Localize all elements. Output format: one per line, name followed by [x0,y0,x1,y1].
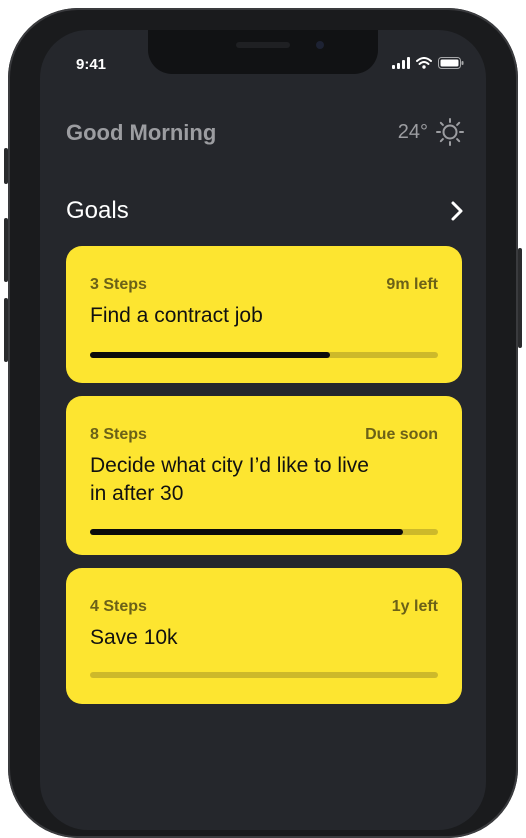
goal-card[interactable]: 8 Steps Due soon Decide what city I’d li… [66,396,462,555]
goal-progress-track [90,529,438,535]
goal-title: Save 10k [90,626,178,649]
earpiece-speaker [236,42,290,48]
goals-section-title: Goals [66,197,129,224]
volume-down-button [4,298,8,362]
temperature: 24° [397,120,428,143]
mute-switch [4,148,8,184]
weather-widget: 24° [398,118,464,146]
goal-steps: 8 Steps [90,426,147,443]
chevron-right-icon[interactable] [450,200,464,222]
notch [148,30,378,74]
goal-title: Find a contract job [90,304,263,327]
goal-due: Due soon [365,426,438,443]
goal-due: 1y left [391,598,438,615]
signal-icon [392,57,410,69]
greeting-title: Good Morning [66,120,217,145]
status-icons [392,57,464,69]
goal-progress-fill [90,529,404,535]
front-camera [316,41,324,49]
goal-progress-track [90,672,438,678]
goal-card[interactable]: 3 Steps 9m left Find a contract job [66,246,462,383]
goal-due: 9m left [386,276,438,293]
status-time: 9:41 [76,56,107,73]
goal-title: Decide what city I’d like to live in aft… [90,454,369,505]
goal-steps: 4 Steps [90,598,147,615]
volume-up-button [4,218,8,282]
goal-progress-fill [90,352,331,358]
battery-icon [438,57,464,69]
power-button [518,248,522,348]
wifi-icon [416,57,432,69]
goal-progress-track [90,352,438,358]
sun-icon [436,118,464,146]
goal-steps: 3 Steps [90,276,147,293]
app-screen: 9:41 Good Morning 24° Goals 3 Steps 9m l… [40,30,486,830]
goal-card[interactable]: 4 Steps 1y left Save 10k [66,568,462,704]
